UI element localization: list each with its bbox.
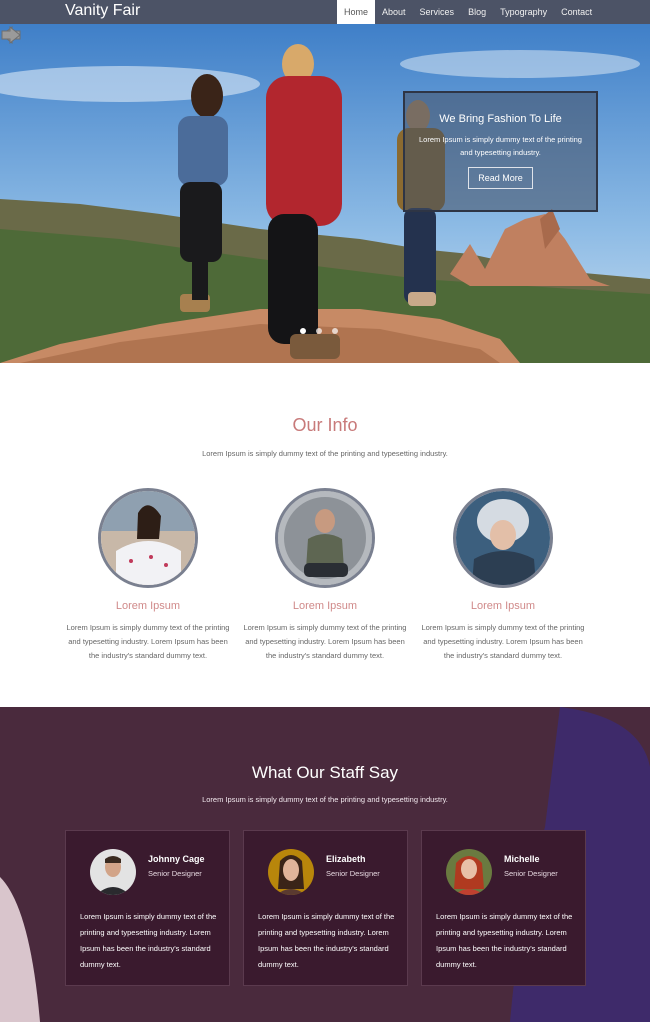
staff-section: What Our Staff Say Lorem Ipsum is simply… (0, 707, 650, 1022)
staff-role: Senior Designer (504, 869, 558, 878)
brand-logo[interactable]: Vanity Fair (65, 2, 140, 20)
testimonial-card: Johnny Cage Senior Designer Lorem Ipsum … (65, 830, 230, 986)
nav-item-blog[interactable]: Blog (461, 0, 493, 24)
staff-name: Michelle (504, 854, 540, 864)
info-section-title: Our Info (292, 415, 358, 435)
main-menu: Home About Services Blog Typography Cont… (337, 0, 599, 24)
staff-name: Elizabeth (326, 854, 366, 864)
info-card-photo (453, 488, 553, 588)
staff-role: Senior Designer (326, 869, 380, 878)
staff-avatar (446, 849, 492, 895)
staff-section-subtitle: Lorem Ipsum is simply dummy text of the … (202, 795, 448, 804)
staff-quote: Lorem Ipsum is simply dummy text of the … (258, 912, 395, 969)
slider-dots (300, 328, 338, 334)
info-card-text: Lorem Ipsum is simply dummy text of the … (421, 623, 585, 660)
info-card-name: Lorem Ipsum (470, 600, 536, 612)
staff-quote: Lorem Ipsum is simply dummy text of the … (80, 912, 217, 969)
nav-item-typography[interactable]: Typography (493, 0, 554, 24)
slider-dot-1[interactable] (300, 328, 306, 334)
nav-item-contact[interactable]: Contact (554, 0, 599, 24)
staff-role: Senior Designer (148, 869, 202, 878)
staff-avatar (90, 849, 136, 895)
nav-item-services[interactable]: Services (413, 0, 462, 24)
staff-quote: Lorem Ipsum is simply dummy text of the … (436, 912, 573, 969)
info-card: Lorem Ipsum Lorem Ipsum is simply dummy … (240, 488, 410, 663)
info-card-text: Lorem Ipsum is simply dummy text of the … (66, 623, 230, 660)
read-more-button[interactable]: Read More (468, 167, 533, 189)
nav-item-about[interactable]: About (375, 0, 413, 24)
staff-avatar (268, 849, 314, 895)
info-card-photo (275, 488, 375, 588)
info-card-name: Lorem Ipsum (292, 600, 358, 612)
hero-text: Lorem Ipsum is simply dummy text of the … (419, 135, 582, 157)
info-card: Lorem Ipsum Lorem Ipsum is simply dummy … (63, 488, 233, 663)
info-card-name: Lorem Ipsum (115, 600, 181, 612)
info-card-photo (98, 488, 198, 588)
hero-title: We Bring Fashion To Life (439, 113, 562, 125)
staff-section-title: What Our Staff Say (251, 763, 399, 782)
nav-item-home[interactable]: Home (337, 0, 376, 24)
info-section-subtitle: Lorem Ipsum is simply dummy text of the … (202, 449, 448, 458)
testimonial-card: Elizabeth Senior Designer Lorem Ipsum is… (243, 830, 408, 986)
slider-dot-3[interactable] (332, 328, 338, 334)
hero-caption-box: We Bring Fashion To Life Lorem Ipsum is … (403, 91, 598, 212)
testimonial-card: Michelle Senior Designer Lorem Ipsum is … (421, 830, 586, 986)
slider-dot-2[interactable] (316, 328, 322, 334)
hero-slider: We Bring Fashion To Life Lorem Ipsum is … (0, 24, 650, 363)
info-card: Lorem Ipsum Lorem Ipsum is simply dummy … (418, 488, 588, 663)
slider-next-arrow-icon[interactable] (0, 24, 22, 46)
staff-name: Johnny Cage (148, 854, 205, 864)
info-card-text: Lorem Ipsum is simply dummy text of the … (243, 623, 407, 660)
top-navbar: Vanity Fair Home About Services Blog Typ… (0, 0, 650, 24)
